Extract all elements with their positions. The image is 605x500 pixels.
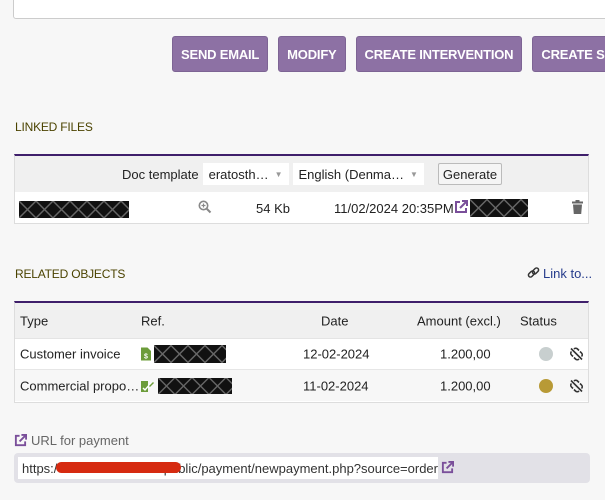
row-amount: 1.200,00 — [440, 378, 491, 393]
trash-icon[interactable] — [572, 200, 583, 214]
doc-template-label: Doc template — [122, 166, 199, 182]
column-header-status[interactable]: Status — [520, 313, 557, 328]
related-objects-title: RELATED OBJECTS — [15, 267, 126, 281]
invoice-icon: $ — [141, 347, 151, 361]
svg-text:$: $ — [144, 354, 148, 361]
file-row: 54 Kb 11/02/2024 20:35PM — [15, 192, 588, 222]
table-row: Commercial propo… 11-02-2024 1.200,00 — [15, 370, 588, 401]
payment-url-field[interactable]: https:/ /public/payment/newpayment.php?s… — [18, 457, 438, 479]
status-dot — [539, 378, 553, 393]
payment-url-label-text: URL for payment — [31, 433, 129, 448]
file-date: 11/02/2024 20:35PM — [334, 201, 454, 216]
column-header-type[interactable]: Type — [20, 313, 48, 328]
file-name-redacted[interactable] — [19, 201, 129, 218]
table-row: Customer invoice $ 12-02-2024 1.200,00 — [15, 339, 588, 370]
linked-files-title: LINKED FILES — [15, 120, 93, 134]
row-date: 11-02-2024 — [303, 378, 369, 393]
payment-url-label: URL for payment — [14, 433, 129, 448]
language-select-value: English (Denma… — [298, 166, 405, 182]
template-select-value: eratosth… — [208, 166, 269, 182]
file-link-redacted[interactable] — [470, 199, 528, 217]
url-prefix: https:/ — [22, 460, 58, 476]
chevron-down-icon: ▼ — [274, 169, 283, 179]
url-redaction-scribble — [56, 462, 181, 473]
related-objects-table: Type Ref. Date Amount (excl.) Status Cus… — [14, 301, 589, 403]
external-link-icon — [14, 434, 27, 447]
open-payment-url-icon[interactable] — [441, 461, 454, 474]
external-link-icon[interactable] — [454, 200, 468, 214]
column-header-ref[interactable]: Ref. — [141, 313, 165, 328]
link-icon — [527, 267, 540, 280]
description-box — [13, 0, 605, 19]
column-header-amount[interactable]: Amount (excl.) — [417, 313, 501, 328]
row-date: 12-02-2024 — [303, 346, 370, 362]
proposal-icon — [141, 380, 154, 392]
link-to-label: Link to... — [543, 266, 593, 281]
ref-redacted[interactable] — [158, 378, 232, 394]
create-shipment-button[interactable]: CREATE SHIPMENT — [532, 36, 605, 72]
template-select[interactable]: eratosth… ▼ — [202, 163, 289, 185]
file-size: 54 Kb — [256, 201, 290, 216]
column-header-date[interactable]: Date — [321, 313, 348, 328]
table-header: Type Ref. Date Amount (excl.) Status — [15, 303, 588, 339]
unlink-icon[interactable] — [570, 379, 583, 392]
row-type: Customer invoice — [20, 346, 121, 362]
send-email-button[interactable]: SEND EMAIL — [172, 36, 269, 72]
action-buttons: SEND EMAIL MODIFY CREATE INTERVENTION CR… — [172, 36, 605, 72]
language-select[interactable]: English (Denma… ▼ — [292, 163, 424, 185]
chevron-down-icon: ▼ — [410, 169, 418, 179]
url-suffix: /public/payment/newpayment.php?source=or… — [160, 460, 438, 476]
unlink-icon[interactable] — [570, 347, 583, 361]
generate-button[interactable]: Generate — [437, 163, 503, 185]
ref-redacted[interactable] — [154, 345, 226, 363]
row-type: Commercial propo… — [20, 378, 140, 393]
status-dot — [539, 347, 553, 361]
row-amount: 1.200,00 — [440, 346, 491, 362]
doc-generate-bar: Doc template eratosth… ▼ English (Denma…… — [15, 156, 588, 192]
modify-button[interactable]: MODIFY — [278, 36, 346, 72]
zoom-preview-icon[interactable] — [198, 200, 212, 214]
linked-files-panel: Doc template eratosth… ▼ English (Denma…… — [14, 154, 589, 224]
create-intervention-button[interactable]: CREATE INTERVENTION — [355, 36, 523, 72]
link-to-button[interactable]: Link to... — [527, 266, 592, 281]
payment-url-container: https:/ /public/payment/newpayment.php?s… — [14, 453, 590, 483]
